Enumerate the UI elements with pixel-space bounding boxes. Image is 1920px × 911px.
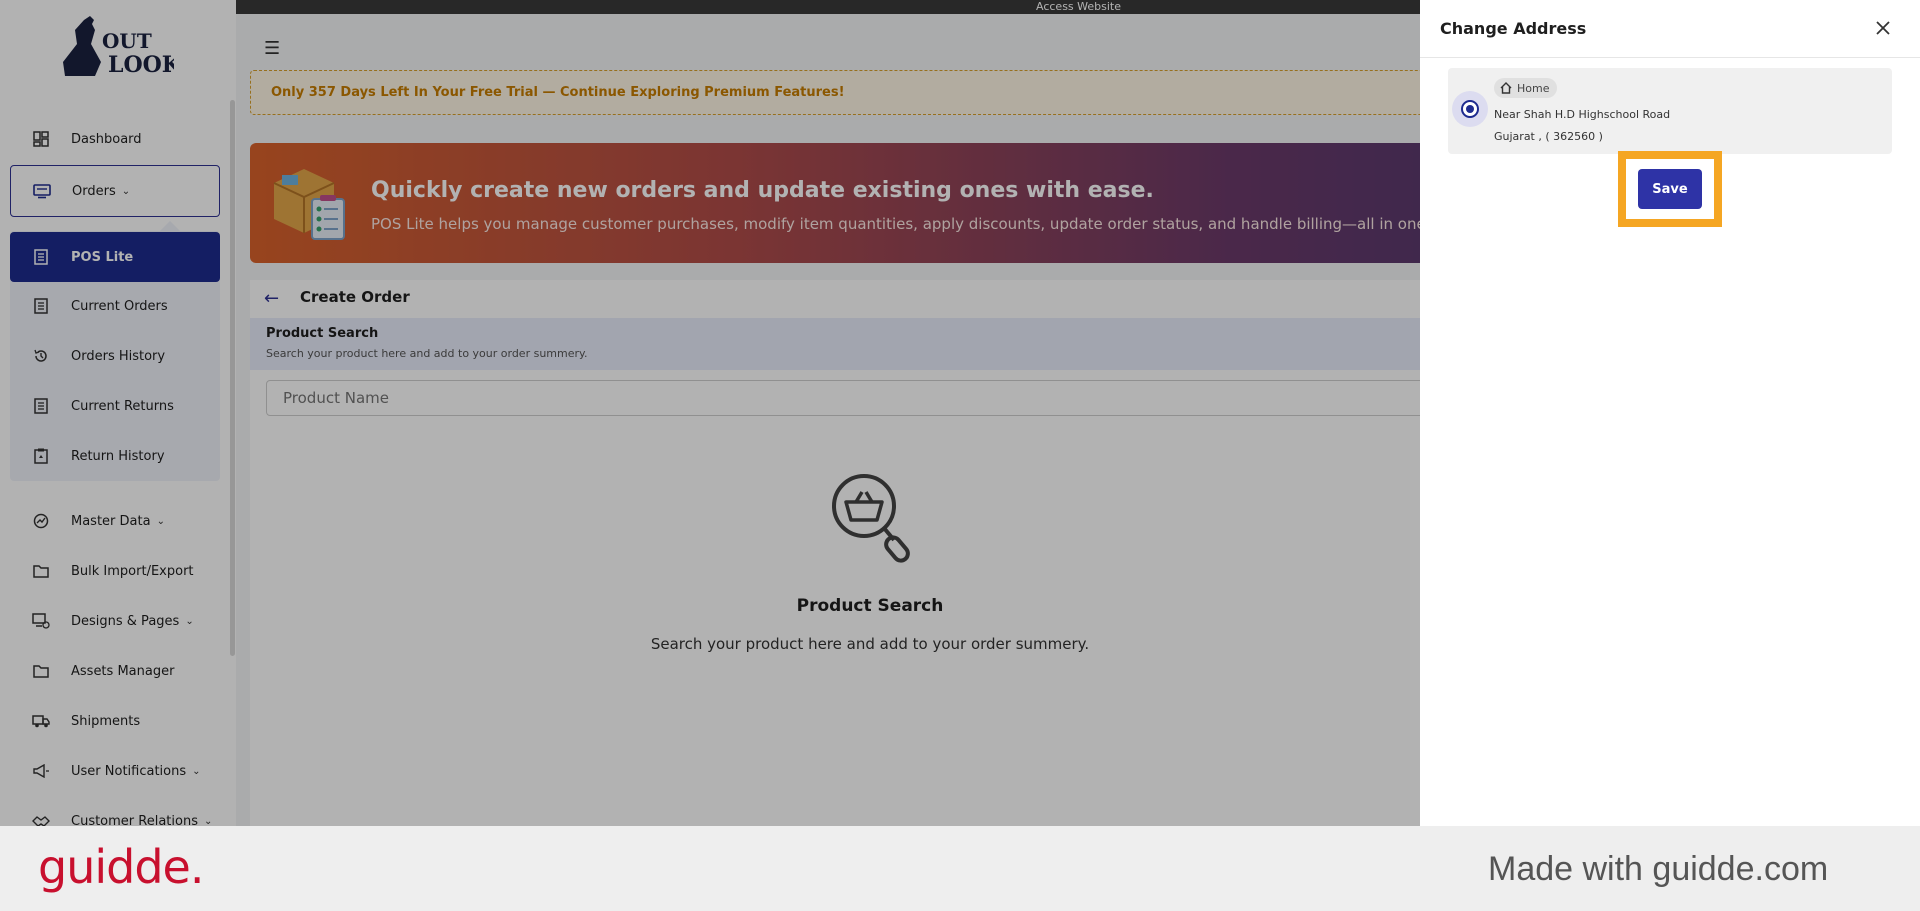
address-tag: Home	[1494, 78, 1558, 98]
address-card[interactable]: Home Near Shah H.D Highschool Road Gujar…	[1448, 68, 1892, 154]
drawer-header: Change Address	[1420, 0, 1920, 58]
save-button[interactable]: Save	[1638, 169, 1702, 209]
home-icon	[1500, 82, 1512, 94]
close-icon[interactable]	[1872, 17, 1894, 39]
address-radio[interactable]	[1452, 91, 1488, 127]
address-tag-label: Home	[1517, 81, 1550, 95]
address-line-2: Gujarat , ( 362560 )	[1494, 130, 1603, 143]
change-address-drawer: Change Address Home Near Shah H.D Highsc…	[1420, 0, 1920, 826]
address-line-1: Near Shah H.D Highschool Road	[1494, 108, 1671, 121]
guidde-logo: guidde.	[38, 840, 204, 894]
drawer-title: Change Address	[1440, 19, 1587, 38]
guidde-footer: guidde. Made with guidde.com	[0, 826, 1920, 911]
radio-selected-dot	[1466, 105, 1474, 113]
made-with-text: Made with guidde.com	[1488, 850, 1829, 888]
radio-outer	[1461, 100, 1479, 118]
